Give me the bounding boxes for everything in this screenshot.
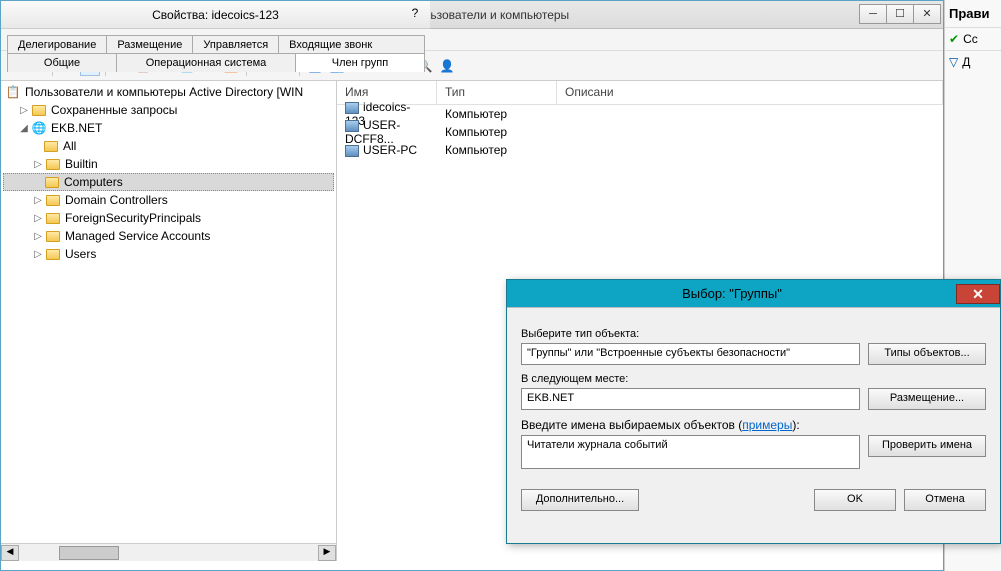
panel-item[interactable]: ▽Д <box>945 51 1001 73</box>
maximize-button[interactable]: ☐ <box>886 4 914 24</box>
tree-scrollbar[interactable]: ◀▶ <box>1 543 336 561</box>
panel-item[interactable]: ✔Сс <box>945 28 1001 50</box>
tree-users[interactable]: ▷Users <box>3 245 334 263</box>
check-names-button[interactable]: Проверить имена <box>868 435 986 457</box>
col-type[interactable]: Тип <box>437 81 557 104</box>
col-desc[interactable]: Описани <box>557 81 943 104</box>
dialog-title: Выбор: "Группы" <box>507 286 957 301</box>
tree-all[interactable]: All <box>3 137 334 155</box>
object-types-button[interactable]: Типы объектов... <box>868 343 986 365</box>
tree-computers[interactable]: Computers <box>3 173 334 191</box>
tree-builtin[interactable]: ▷Builtin <box>3 155 334 173</box>
names-label: Введите имена выбираемых объектов (приме… <box>521 418 986 432</box>
tab-delegation[interactable]: Делегирование <box>7 35 107 54</box>
tree-foreign-security[interactable]: ▷ForeignSecurityPrincipals <box>3 209 334 227</box>
tab-os[interactable]: Операционная система <box>116 53 296 72</box>
properties-titlebar[interactable]: Свойства: idecoics-123 ? <box>1 1 430 29</box>
location-label: В следующем месте: <box>521 373 986 385</box>
computer-icon <box>345 102 359 114</box>
close-button[interactable]: ✕ <box>913 4 941 24</box>
actions-panel-title: Прави <box>945 0 1001 28</box>
tab-member-of[interactable]: Член групп <box>295 53 425 72</box>
tree-managed-accounts[interactable]: ▷Managed Service Accounts <box>3 227 334 245</box>
tree-root[interactable]: 📋Пользователи и компьютеры Active Direct… <box>3 83 334 101</box>
list-row[interactable]: USER-PC Компьютер <box>337 141 943 159</box>
tab-general[interactable]: Общие <box>7 53 117 72</box>
computer-icon <box>345 145 359 157</box>
location-field: EKB.NET <box>521 388 860 410</box>
locations-button[interactable]: Размещение... <box>868 388 986 410</box>
properties-title: Свойства: idecoics-123 <box>152 8 279 22</box>
dialog-titlebar[interactable]: Выбор: "Группы" ✕ <box>507 280 1000 308</box>
cancel-button[interactable]: Отмена <box>904 489 986 511</box>
close-icon[interactable]: ? <box>404 4 426 24</box>
list-row[interactable]: USER-DCFF8... Компьютер <box>337 123 943 141</box>
names-input[interactable]: Читатели журнала событий <box>521 435 860 469</box>
tree-domain[interactable]: ◢🌐EKB.NET <box>3 119 334 137</box>
object-type-field: "Группы" или "Встроенные субъекты безопа… <box>521 343 860 365</box>
examples-link[interactable]: примеры <box>742 418 792 432</box>
tab-location[interactable]: Размещение <box>106 35 193 54</box>
advanced-button[interactable]: Дополнительно... <box>521 489 639 511</box>
tabs: Делегирование Размещение Управляется Вхо… <box>1 29 430 72</box>
ok-button[interactable]: OK <box>814 489 896 511</box>
object-type-label: Выберите тип объекта: <box>521 328 986 340</box>
computer-icon <box>345 120 359 132</box>
tree-domain-controllers[interactable]: ▷Domain Controllers <box>3 191 334 209</box>
tree-pane[interactable]: 📋Пользователи и компьютеры Active Direct… <box>1 81 337 561</box>
tab-managed-by[interactable]: Управляется <box>192 35 279 54</box>
tab-dialin[interactable]: Входящие звонк <box>278 35 425 54</box>
add-icon[interactable]: 👤 <box>437 56 457 76</box>
select-groups-dialog: Выбор: "Группы" ✕ Выберите тип объекта: … <box>506 279 1001 544</box>
dialog-close-button[interactable]: ✕ <box>956 284 1000 304</box>
minimize-button[interactable]: ─ <box>859 4 887 24</box>
tree-saved-queries[interactable]: ▷Сохраненные запросы <box>3 101 334 119</box>
